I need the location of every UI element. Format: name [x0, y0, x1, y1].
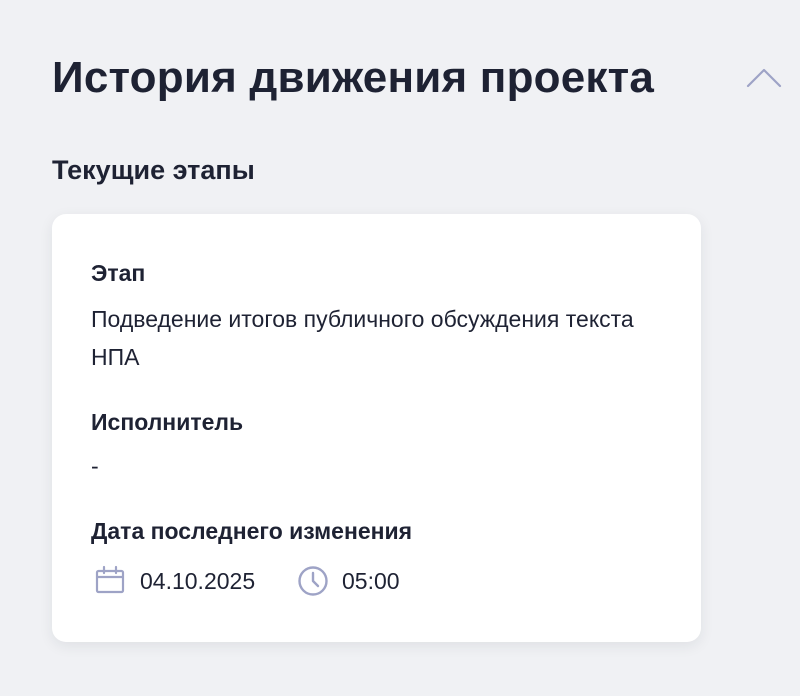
section-title: История движения проекта [52, 53, 655, 102]
last-modified-label: Дата последнего изменения [91, 518, 413, 544]
executor-label: Исполнитель [91, 409, 244, 435]
calendar-icon [95, 565, 125, 594]
clock-icon [298, 566, 328, 596]
executor-value: - [91, 453, 99, 479]
stage-label: Этап [91, 260, 146, 286]
collapse-toggle[interactable] [742, 56, 786, 100]
time-value: 05:00 [342, 568, 400, 594]
stage-card: Этап Подведение итогов публичного обсужд… [52, 214, 701, 642]
date-value: 04.10.2025 [140, 568, 256, 594]
section-header: История движения проекта [52, 50, 782, 106]
chevron-up-icon [746, 68, 782, 88]
stage-value: Подведение итогов публичного обсуждения … [91, 306, 634, 370]
current-stages-heading: Текущие этапы [52, 155, 255, 185]
